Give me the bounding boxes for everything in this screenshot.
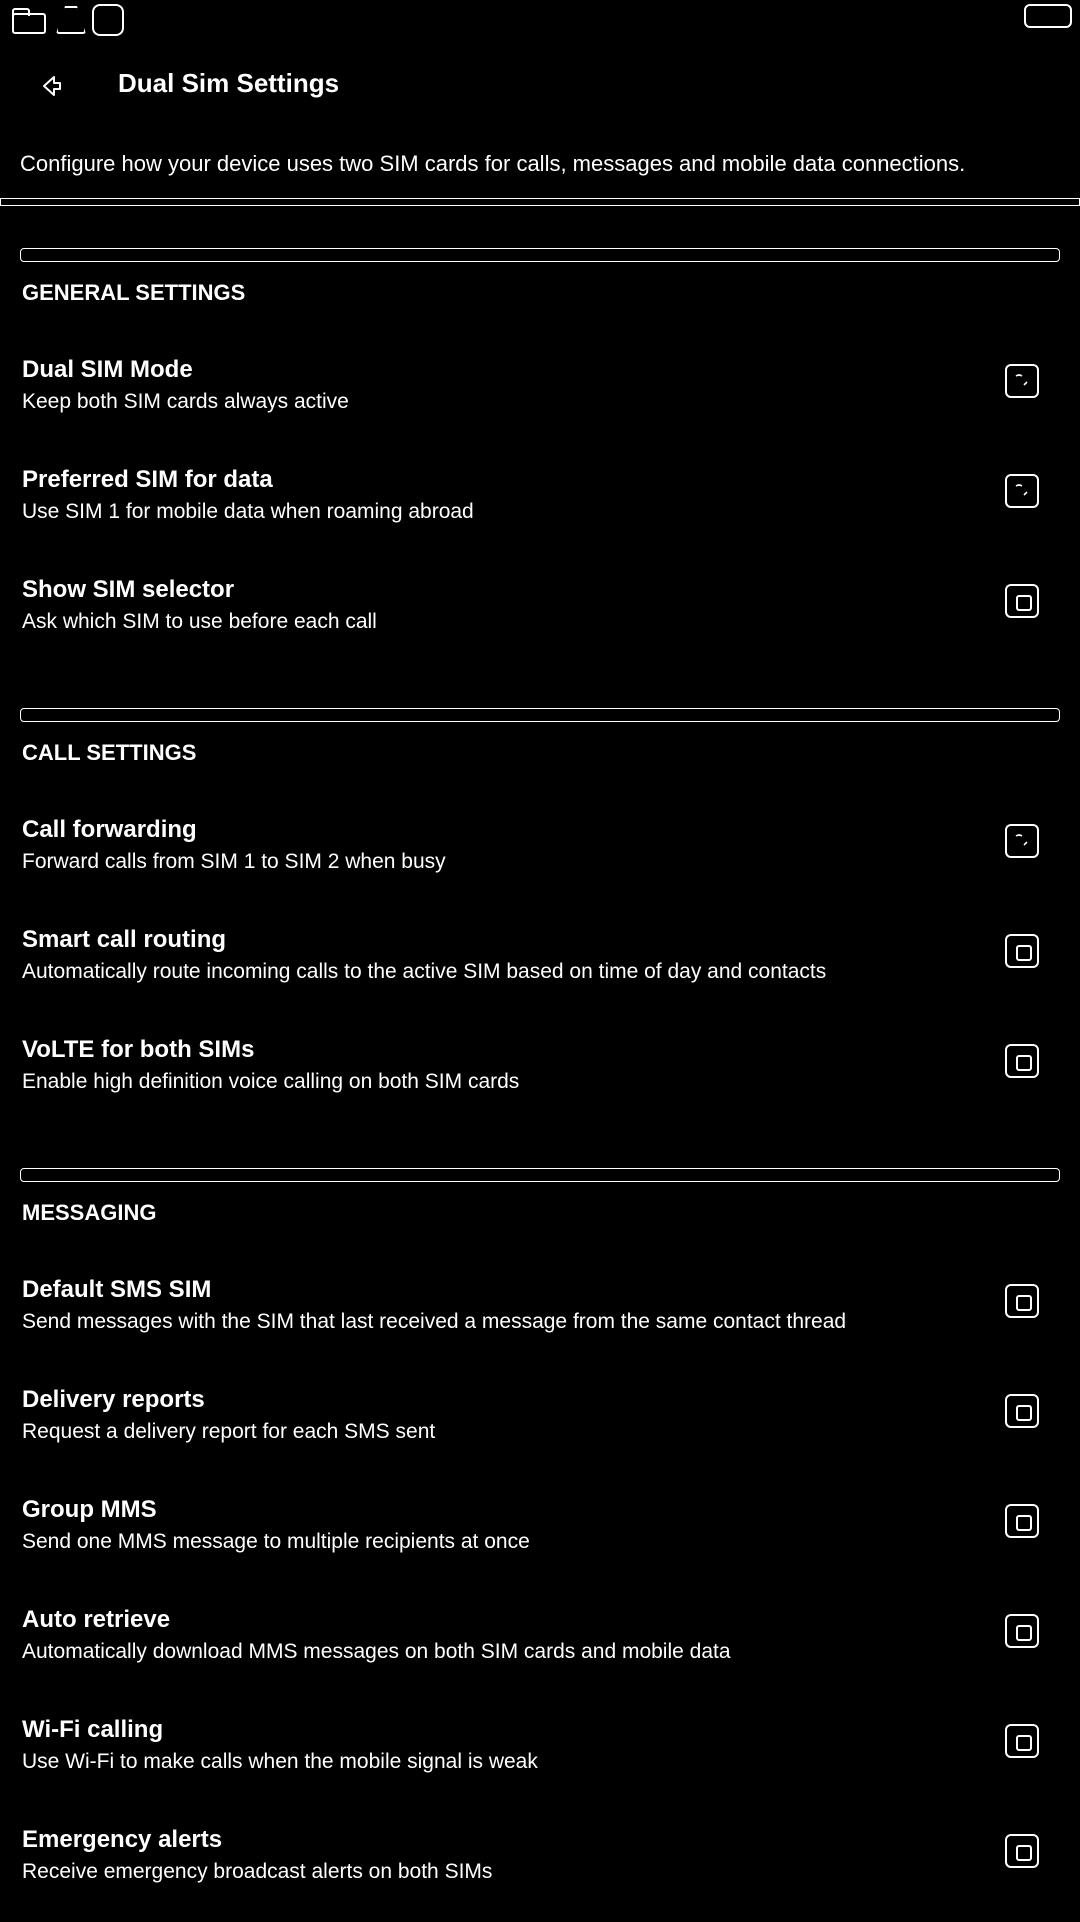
setting-summary: Send one MMS message to multiple recipie… [22, 1530, 530, 1553]
setting-row[interactable]: Preferred SIM for data Use SIM 1 for mobi… [0, 466, 1080, 562]
setting-title: Call forwarding [22, 816, 197, 843]
checkbox-unchecked[interactable] [1005, 1834, 1039, 1868]
setting-title: Group MMS [22, 1496, 157, 1523]
check-icon [1015, 484, 1028, 496]
checkbox-unchecked[interactable] [1005, 1284, 1039, 1318]
setting-summary: Use Wi-Fi to make calls when the mobile … [22, 1750, 538, 1773]
setting-summary: Automatically download MMS messages on b… [22, 1640, 731, 1663]
section-header: MESSAGING [22, 1200, 157, 1225]
checkbox-checked[interactable] [1005, 824, 1039, 858]
setting-summary: Send messages with the SIM that last rec… [22, 1310, 847, 1333]
setting-summary: Enable high definition voice calling on … [22, 1070, 520, 1093]
setting-row[interactable]: Show SIM selector Ask which SIM to use be… [0, 576, 1080, 672]
setting-title: VoLTE for both SIMs [22, 1036, 255, 1063]
setting-title: Show SIM selector [22, 576, 235, 603]
setting-row[interactable]: Call forwarding Forward calls from SIM 1 … [0, 816, 1080, 912]
setting-title: Smart call routing [22, 926, 227, 953]
setting-row[interactable]: Dual SIM Mode Keep both SIM cards always … [0, 356, 1080, 452]
section-divider [20, 1168, 1060, 1182]
setting-row[interactable]: Smart call routing Automatically route in… [0, 926, 1080, 1022]
check-icon [1015, 834, 1028, 846]
checkbox-unchecked[interactable] [1005, 934, 1039, 968]
checkbox-unchecked[interactable] [1005, 1614, 1039, 1648]
setting-row[interactable]: VoLTE for both SIMs Enable high definitio… [0, 1036, 1080, 1132]
checkbox-unchecked[interactable] [1005, 1044, 1039, 1078]
setting-summary: Forward calls from SIM 1 to SIM 2 when b… [22, 850, 446, 873]
setting-summary: Automatically route incoming calls to th… [22, 960, 827, 983]
section-header: CALL SETTINGS [22, 740, 197, 765]
section-header: GENERAL SETTINGS [22, 280, 246, 305]
checkbox-unchecked[interactable] [1005, 584, 1039, 618]
setting-title: Preferred SIM for data [22, 466, 273, 493]
setting-row[interactable]: Auto retrieve Automatically download MMS … [0, 1606, 1080, 1702]
setting-title: Auto retrieve [22, 1606, 171, 1633]
setting-summary: Keep both SIM cards always active [22, 390, 349, 413]
setting-title: Delivery reports [22, 1386, 205, 1413]
setting-row[interactable]: Default SMS SIM Send messages with the SI… [0, 1276, 1080, 1372]
checkbox-unchecked[interactable] [1005, 1504, 1039, 1538]
setting-title: Wi-Fi calling [22, 1716, 164, 1743]
setting-row[interactable]: Delivery reports Request a delivery repor… [0, 1386, 1080, 1482]
back-arrow-icon [43, 76, 61, 96]
setting-summary: Request a delivery report for each SMS s… [22, 1420, 436, 1443]
folder-icon [12, 4, 46, 34]
setting-row[interactable]: Emergency alerts Receive emergency broadc… [0, 1826, 1080, 1922]
status-bar [0, 0, 1080, 38]
setting-summary: Ask which SIM to use before each call [22, 610, 377, 633]
checkbox-checked[interactable] [1005, 364, 1039, 398]
header-divider [0, 198, 1080, 206]
check-icon [1015, 374, 1028, 386]
app-header: Dual Sim Settings [0, 50, 1080, 120]
setting-title: Emergency alerts [22, 1826, 223, 1853]
setting-row[interactable]: Group MMS Send one MMS message to multipl… [0, 1496, 1080, 1592]
setting-row[interactable]: Wi-Fi calling Use Wi-Fi to make calls whe… [0, 1716, 1080, 1812]
page-description: Configure how your device uses two SIM c… [20, 151, 966, 176]
section-divider [20, 248, 1060, 262]
checkbox-unchecked[interactable] [1005, 1724, 1039, 1758]
back-button[interactable] [30, 60, 80, 110]
setting-summary: Receive emergency broadcast alerts on bo… [22, 1860, 493, 1883]
checkbox-unchecked[interactable] [1005, 1394, 1039, 1428]
setting-summary: Use SIM 1 for mobile data when roaming a… [22, 500, 474, 523]
setting-title: Dual SIM Mode [22, 356, 193, 383]
checkbox-checked[interactable] [1005, 474, 1039, 508]
setting-title: Default SMS SIM [22, 1276, 212, 1303]
warning-triangle-icon [54, 4, 84, 32]
page-title: Dual Sim Settings [118, 68, 340, 98]
battery-icon [1024, 4, 1072, 32]
section-divider [20, 708, 1060, 722]
square-app-icon [92, 4, 124, 36]
